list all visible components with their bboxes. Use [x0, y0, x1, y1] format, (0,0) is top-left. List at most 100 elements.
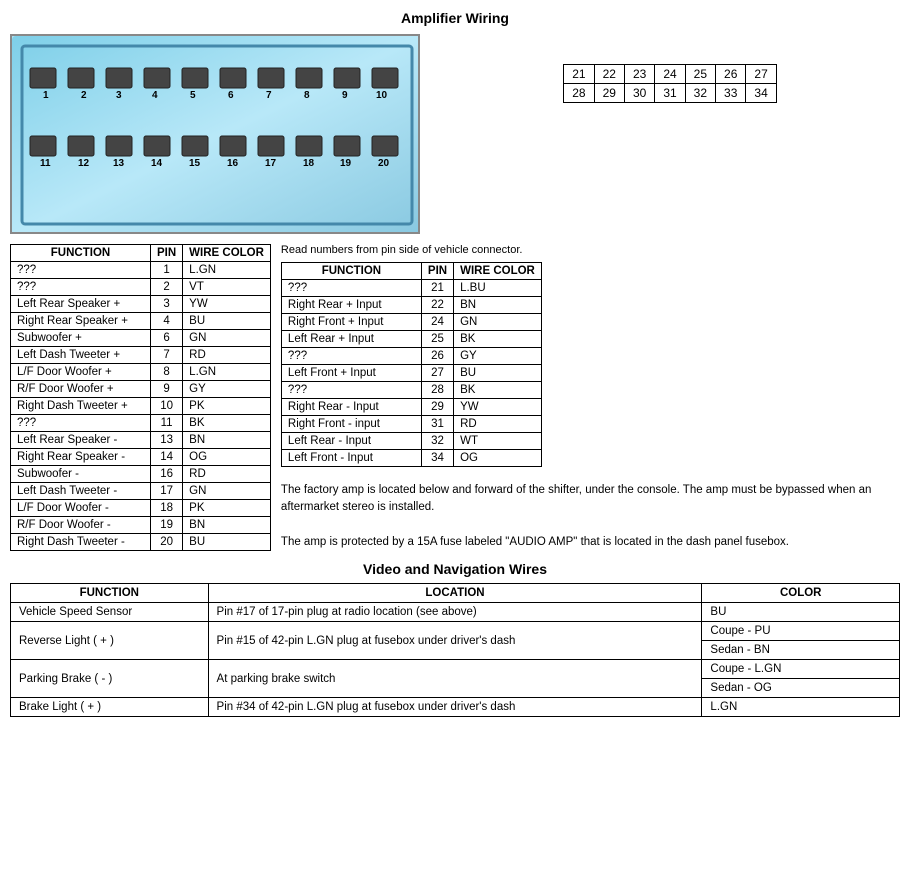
left-cell-11-0: Right Rear Speaker - — [11, 449, 151, 466]
right-table-row: ???28BK — [281, 382, 541, 399]
left-cell-15-1: 19 — [151, 517, 183, 534]
left-cell-12-2: RD — [183, 466, 271, 483]
left-table-row: L/F Door Woofer +8L.GN — [11, 364, 271, 381]
left-cell-5-2: RD — [183, 347, 271, 364]
left-table-row: Left Rear Speaker -13BN — [11, 432, 271, 449]
right-cell-10-2: OG — [454, 450, 542, 467]
right-table-row: Right Front + Input24GN — [281, 314, 541, 331]
right-cell-8-1: 31 — [421, 416, 453, 433]
nav-row-vss: Vehicle Speed SensorPin #17 of 17-pin pl… — [11, 603, 900, 622]
left-cell-0-2: L.GN — [183, 262, 271, 279]
left-cell-1-2: VT — [183, 279, 271, 296]
right-cell-0-1: 21 — [421, 280, 453, 297]
right-cell-2-1: 24 — [421, 314, 453, 331]
left-cell-14-2: PK — [183, 500, 271, 517]
left-table-row: Left Dash Tweeter +7RD — [11, 347, 271, 364]
right-cell-10-1: 34 — [421, 450, 453, 467]
left-table-row: Right Dash Tweeter -20BU — [11, 534, 271, 551]
left-cell-12-0: Subwoofer - — [11, 466, 151, 483]
left-cell-9-0: ??? — [11, 415, 151, 432]
pin-24: 24 — [655, 65, 685, 84]
right-table-row: ???21L.BU — [281, 280, 541, 297]
right-cell-2-0: Right Front + Input — [281, 314, 421, 331]
nav-reverse-color-2: Sedan - BN — [702, 641, 900, 660]
left-cell-2-0: Left Rear Speaker + — [11, 296, 151, 313]
right-cell-0-2: L.BU — [454, 280, 542, 297]
svg-text:17: 17 — [265, 158, 277, 169]
left-cell-4-1: 6 — [151, 330, 183, 347]
left-cell-9-2: BK — [183, 415, 271, 432]
nav-parking-color-1: Coupe - L.GN — [702, 660, 900, 679]
pin-reference-table: 21 22 23 24 25 26 27 28 29 30 31 32 33 3… — [563, 64, 777, 103]
left-cell-0-1: 1 — [151, 262, 183, 279]
left-table-row: R/F Door Woofer -19BN — [11, 517, 271, 534]
left-cell-3-2: BU — [183, 313, 271, 330]
right-cell-6-2: BK — [454, 382, 542, 399]
left-cell-4-0: Subwoofer + — [11, 330, 151, 347]
svg-text:2: 2 — [81, 90, 87, 101]
top-section: 1 2 3 4 5 6 7 8 9 10 — [10, 34, 900, 234]
right-cell-3-1: 25 — [421, 331, 453, 348]
svg-text:4: 4 — [152, 90, 158, 101]
left-cell-16-1: 20 — [151, 534, 183, 551]
left-cell-8-1: 10 — [151, 398, 183, 415]
nav-header-location: LOCATION — [208, 584, 702, 603]
right-cell-7-0: Right Rear - Input — [281, 399, 421, 416]
left-cell-2-2: YW — [183, 296, 271, 313]
svg-text:5: 5 — [190, 90, 196, 101]
left-wiring-table: FUNCTION PIN WIRE COLOR ???1L.GN???2VTLe… — [10, 244, 271, 551]
left-table-row: R/F Door Woofer +9GY — [11, 381, 271, 398]
pin-28: 28 — [564, 84, 594, 103]
left-cell-16-2: BU — [183, 534, 271, 551]
left-cell-1-1: 2 — [151, 279, 183, 296]
left-cell-13-1: 17 — [151, 483, 183, 500]
svg-text:16: 16 — [227, 158, 239, 169]
left-table-row: Left Dash Tweeter -17GN — [11, 483, 271, 500]
left-table-row: Left Rear Speaker +3YW — [11, 296, 271, 313]
pin-29: 29 — [594, 84, 624, 103]
right-cell-4-0: ??? — [281, 348, 421, 365]
right-table-row: Right Rear - Input29YW — [281, 399, 541, 416]
right-cell-9-1: 32 — [421, 433, 453, 450]
nav-header-color: COLOR — [702, 584, 900, 603]
left-cell-14-1: 18 — [151, 500, 183, 517]
right-cell-6-0: ??? — [281, 382, 421, 399]
left-cell-12-1: 16 — [151, 466, 183, 483]
right-cell-7-1: 29 — [421, 399, 453, 416]
left-cell-15-0: R/F Door Woofer - — [11, 517, 151, 534]
right-cell-5-2: BU — [454, 365, 542, 382]
left-cell-0-0: ??? — [11, 262, 151, 279]
svg-text:11: 11 — [40, 158, 51, 169]
nav-parking-color-2: Sedan - OG — [702, 679, 900, 698]
left-cell-15-2: BN — [183, 517, 271, 534]
left-cell-7-2: GY — [183, 381, 271, 398]
left-cell-6-0: L/F Door Woofer + — [11, 364, 151, 381]
nav-vss-function: Vehicle Speed Sensor — [11, 603, 209, 622]
left-table-wrapper: FUNCTION PIN WIRE COLOR ???1L.GN???2VTLe… — [10, 244, 271, 551]
left-cell-8-0: Right Dash Tweeter + — [11, 398, 151, 415]
left-cell-10-0: Left Rear Speaker - — [11, 432, 151, 449]
left-cell-3-0: Right Rear Speaker + — [11, 313, 151, 330]
note-1: The factory amp is located below and for… — [281, 482, 900, 517]
svg-text:12: 12 — [78, 158, 90, 169]
right-header-function: FUNCTION — [281, 263, 421, 280]
nav-parking-function: Parking Brake ( - ) — [11, 660, 209, 698]
left-header-function: FUNCTION — [11, 245, 151, 262]
right-cell-9-2: WT — [454, 433, 542, 450]
connector-image: 1 2 3 4 5 6 7 8 9 10 — [10, 34, 420, 234]
right-section: Read numbers from pin side of vehicle co… — [281, 244, 900, 551]
right-cell-6-1: 28 — [421, 382, 453, 399]
svg-text:9: 9 — [342, 90, 348, 101]
left-cell-11-1: 14 — [151, 449, 183, 466]
svg-text:10: 10 — [376, 90, 388, 101]
left-cell-7-0: R/F Door Woofer + — [11, 381, 151, 398]
left-cell-3-1: 4 — [151, 313, 183, 330]
pin-30: 30 — [624, 84, 654, 103]
right-cell-4-1: 26 — [421, 348, 453, 365]
svg-text:15: 15 — [189, 158, 201, 169]
right-table-row: Right Rear + Input22BN — [281, 297, 541, 314]
nav-row-brake: Brake Light ( + )Pin #34 of 42-pin L.GN … — [11, 698, 900, 717]
notes-section: The factory amp is located below and for… — [281, 482, 900, 551]
nav-section-title: Video and Navigation Wires — [10, 561, 900, 577]
left-cell-13-2: GN — [183, 483, 271, 500]
